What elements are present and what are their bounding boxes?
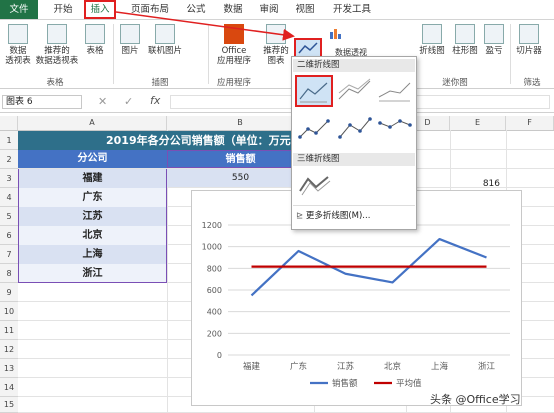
x-tick-label: 浙江 [478,361,496,372]
line-markers-option[interactable] [296,113,334,145]
table-title[interactable]: 2019年各分公司销售额（单位：万元 [18,131,314,150]
y-tick-label: 400 [207,308,222,317]
stacked-line-markers-option[interactable] [336,113,374,145]
y-tick-label: 600 [207,286,222,295]
section-3d-line: 三维折线图 [293,153,415,166]
row-header[interactable]: 7 [0,245,18,264]
line-markers-icon [298,119,330,139]
y-tick-label: 0 [217,351,222,360]
row-header[interactable]: 6 [0,226,18,245]
row-header[interactable]: 14 [0,378,18,397]
column-header-f[interactable]: F [506,116,554,130]
more-line-charts-link[interactable]: ⊵ 更多折线图(M)... [296,209,412,223]
stacked-line-icon [338,78,371,100]
company-cell[interactable]: 广东 [18,188,167,207]
row-header[interactable]: 8 [0,264,18,283]
select-all-corner[interactable] [0,116,18,130]
row-header[interactable]: 13 [0,359,18,378]
company-cell[interactable]: 北京 [18,226,167,245]
header-company[interactable]: 分公司 [18,150,167,168]
stacked-line-markers-icon [338,117,372,139]
line-chart-dropdown: 二维折线图 三维折线图 ⊵ 更多折线图(M)... [291,56,417,230]
row-header[interactable]: 12 [0,340,18,359]
name-box[interactable]: 图表 6 [2,95,82,109]
percent-line-markers-option[interactable] [376,113,414,145]
3d-line-icon [299,176,331,196]
percent-stacked-line-option[interactable] [376,75,414,107]
row-header[interactable]: 9 [0,283,18,302]
cancel-icon[interactable]: ✕ [98,95,107,108]
legend-label: 销售额 [332,378,358,389]
column-header-bar: A B C D E F [0,116,554,131]
y-tick-label: 1200 [202,221,222,230]
percent-line-markers-icon [378,119,412,129]
x-tick-label: 北京 [384,361,401,372]
row-header[interactable]: 10 [0,302,18,321]
company-cell[interactable]: 浙江 [18,264,167,283]
dropdown-divider [293,205,415,206]
y-tick-label: 200 [207,329,222,338]
percent-stacked-line-icon [378,82,411,102]
stacked-line-option[interactable] [336,75,374,107]
column-header-a[interactable]: A [18,116,167,130]
3d-line-option[interactable] [296,169,334,201]
line-option-icon [299,82,328,103]
fx-icon[interactable]: fx [150,94,160,107]
row-header[interactable]: 3 [0,169,18,188]
x-tick-label: 上海 [431,361,449,372]
watermark: 头条 @Office学习 [430,393,521,406]
more-line-charts-label: 更多折线图(M)... [305,211,371,221]
confirm-icon[interactable]: ✓ [124,95,133,108]
row-header[interactable]: 1 [0,131,18,150]
section-2d-line: 二维折线图 [293,59,415,72]
y-tick-label: 800 [207,264,222,273]
formula-bar: 图表 6 ✕ ✓ fx [0,92,554,113]
x-tick-label: 福建 [243,361,261,372]
row-header[interactable]: 5 [0,207,18,226]
legend-label: 平均值 [396,378,422,389]
company-cell[interactable]: 江苏 [18,207,167,226]
row-header[interactable]: 4 [0,188,18,207]
chart-small-icon: ⊵ [296,211,304,221]
column-header-e[interactable]: E [450,116,506,130]
x-tick-label: 广东 [290,361,307,372]
company-cell[interactable]: 福建 [18,169,167,188]
row-header[interactable]: 11 [0,321,18,340]
row-header[interactable]: 15 [0,397,18,413]
line-chart-option[interactable] [295,75,333,107]
row-header[interactable]: 2 [0,150,18,169]
y-tick-label: 1000 [202,243,222,252]
company-cell[interactable]: 上海 [18,245,167,264]
x-tick-label: 江苏 [337,361,355,372]
